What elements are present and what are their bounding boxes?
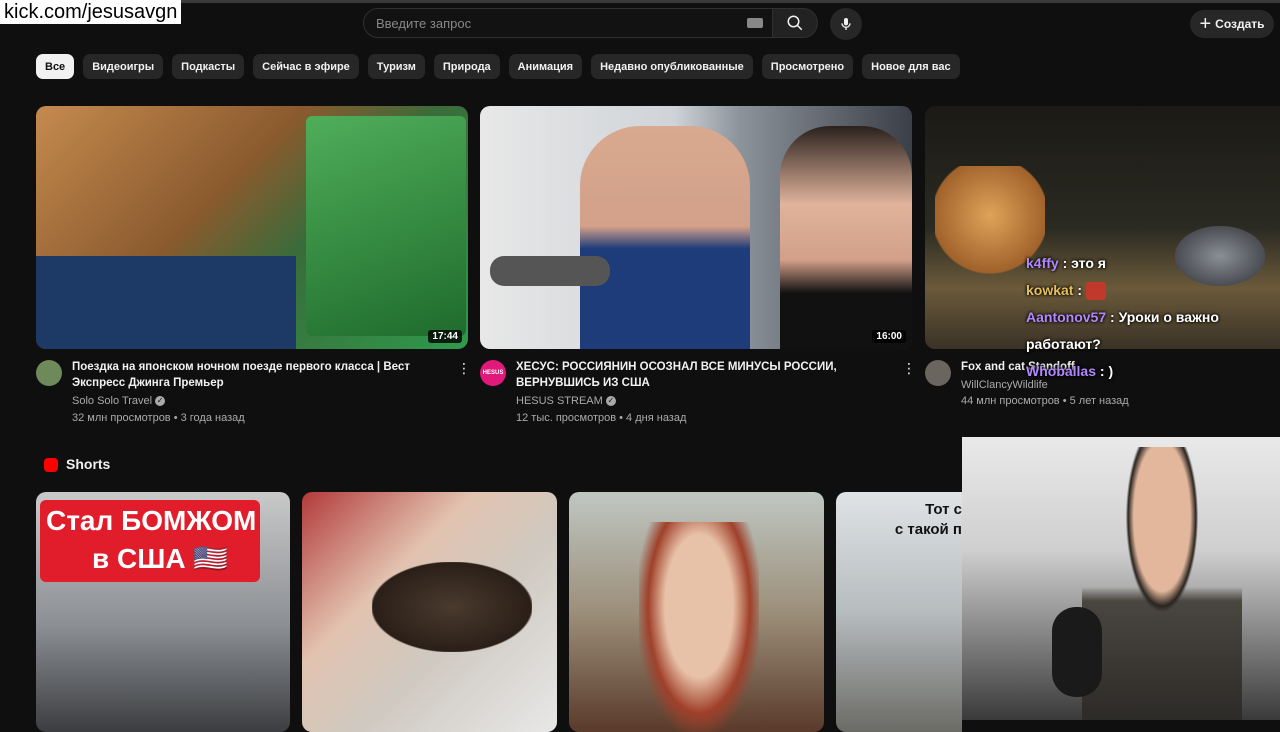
chip-recent[interactable]: Недавно опубликованные (591, 54, 753, 79)
chat-message: Whoballas : ) (1026, 358, 1276, 385)
shorts-title: Shorts (66, 456, 111, 472)
shorts-icon (44, 458, 58, 472)
microphone-icon (841, 18, 851, 30)
video-thumbnail[interactable]: 16:00 (480, 106, 912, 349)
chat-text: : это я (1062, 255, 1106, 271)
video-title[interactable]: ХЕСУС: РОССИЯНИН ОСОЗНАЛ ВСЕ МИНУСЫ РОСС… (516, 359, 896, 391)
chat-text: : (1077, 282, 1083, 298)
chat-message: k4ffy : это я (1026, 250, 1276, 277)
channel-name[interactable]: HESUS STREAM ✓ (516, 393, 616, 409)
person-left (580, 126, 750, 349)
chat-text: работают? (1026, 336, 1101, 352)
avatar-text: HESUS (482, 370, 504, 376)
more-options-icon[interactable]: ⋮ (457, 361, 471, 375)
chat-username: Aantonov57 (1026, 309, 1107, 325)
filter-chips: Все Видеоигры Подкасты Сейчас в эфире Ту… (36, 54, 960, 79)
chip-animation[interactable]: Анимация (508, 54, 583, 79)
title-line: ХЕСУС: РОССИЯНИН ОСОЗНАЛ ВСЕ МИНУСЫ РОСС… (516, 361, 837, 373)
plus-icon: + (1199, 13, 1212, 35)
keyboard-icon[interactable] (747, 18, 763, 28)
chat-username: k4ffy (1026, 255, 1059, 271)
voice-search-button[interactable] (830, 8, 862, 40)
video-meta: 32 млн просмотров • 3 года назад (72, 412, 245, 424)
chat-text: : Уроки о важно (1110, 309, 1219, 325)
stream-url-overlay: kick.com/jesusavgn (0, 0, 182, 24)
streamer-webcam (962, 437, 1280, 720)
search-placeholder: Введите запрос (376, 16, 472, 31)
video-thumbnail[interactable]: 17:44 (36, 106, 468, 349)
chip-videogames[interactable]: Видеоигры (83, 54, 164, 79)
short-thumbnail[interactable] (302, 492, 557, 732)
channel-label: HESUS STREAM (516, 395, 603, 407)
chip-watched[interactable]: Просмотрено (761, 54, 854, 79)
title-line: Экспресс Джинга Премьер (72, 377, 224, 389)
person-face (639, 522, 759, 732)
chip-podcasts[interactable]: Подкасты (172, 54, 245, 79)
search-button[interactable] (772, 8, 818, 38)
chip-nature[interactable]: Природа (433, 54, 500, 79)
microphone (1052, 607, 1102, 697)
chip-new-for-you[interactable]: Новое для вас (862, 54, 960, 79)
stream-chat-overlay: k4ffy : это я kowkat : Aantonov57 : Урок… (1026, 250, 1276, 385)
bed (36, 256, 296, 349)
short-caption-line: в США 🇺🇸 (92, 543, 229, 574)
chat-message: kowkat : (1026, 277, 1276, 304)
verified-icon: ✓ (605, 396, 616, 407)
short-thumbnail[interactable]: Тот с с такой п (836, 492, 962, 732)
microphone (490, 256, 610, 286)
video-duration: 16:00 (872, 330, 906, 343)
short-caption: Стал БОМЖОМ в США 🇺🇸 (46, 502, 256, 578)
create-button[interactable]: + Создать (1190, 10, 1274, 38)
title-line: Поездка на японском ночном поезде первог… (72, 361, 410, 373)
short-caption-line: Тот с (925, 501, 962, 518)
short-caption: Тот с с такой п (836, 500, 962, 540)
chip-live[interactable]: Сейчас в эфире (253, 54, 359, 79)
chat-message: Aantonov57 : Уроки о важно работают? (1026, 304, 1276, 358)
short-caption-line: Стал БОМЖОМ (46, 505, 257, 536)
emote-icon (1085, 282, 1106, 301)
verified-icon: ✓ (155, 396, 166, 407)
video-meta: 12 тыс. просмотров • 4 дня назад (516, 412, 687, 424)
channel-name[interactable]: Solo Solo Travel ✓ (72, 393, 166, 409)
short-thumbnail[interactable] (569, 492, 824, 732)
train-window (306, 116, 466, 336)
create-label: Создать (1215, 17, 1265, 31)
video-duration: 17:44 (428, 330, 462, 343)
channel-avatar[interactable]: HESUS (480, 360, 506, 386)
video-meta: 44 млн просмотров • 5 лет назад (961, 395, 1129, 407)
streamer-person (1082, 447, 1242, 720)
person-right (780, 126, 912, 349)
chat-text: : ) (1099, 363, 1114, 379)
title-line: ВЕРНУВШИСЬ ИЗ США (516, 377, 650, 389)
channel-label: Solo Solo Travel (72, 395, 153, 407)
video-title[interactable]: Поездка на японском ночном поезде первог… (72, 359, 442, 391)
channel-avatar[interactable] (36, 360, 62, 386)
chat-username: kowkat (1026, 282, 1074, 298)
chip-all[interactable]: Все (36, 54, 75, 79)
short-caption-line: с такой п (894, 521, 962, 538)
chat-username: Whoballas (1026, 363, 1097, 379)
more-options-icon[interactable]: ⋮ (902, 361, 916, 375)
otter (372, 562, 532, 652)
top-border (0, 0, 1280, 3)
channel-avatar[interactable] (925, 360, 951, 386)
short-thumbnail[interactable]: Стал БОМЖОМ в США 🇺🇸 (36, 492, 290, 732)
chip-tourism[interactable]: Туризм (367, 54, 425, 79)
search-icon (787, 15, 803, 31)
